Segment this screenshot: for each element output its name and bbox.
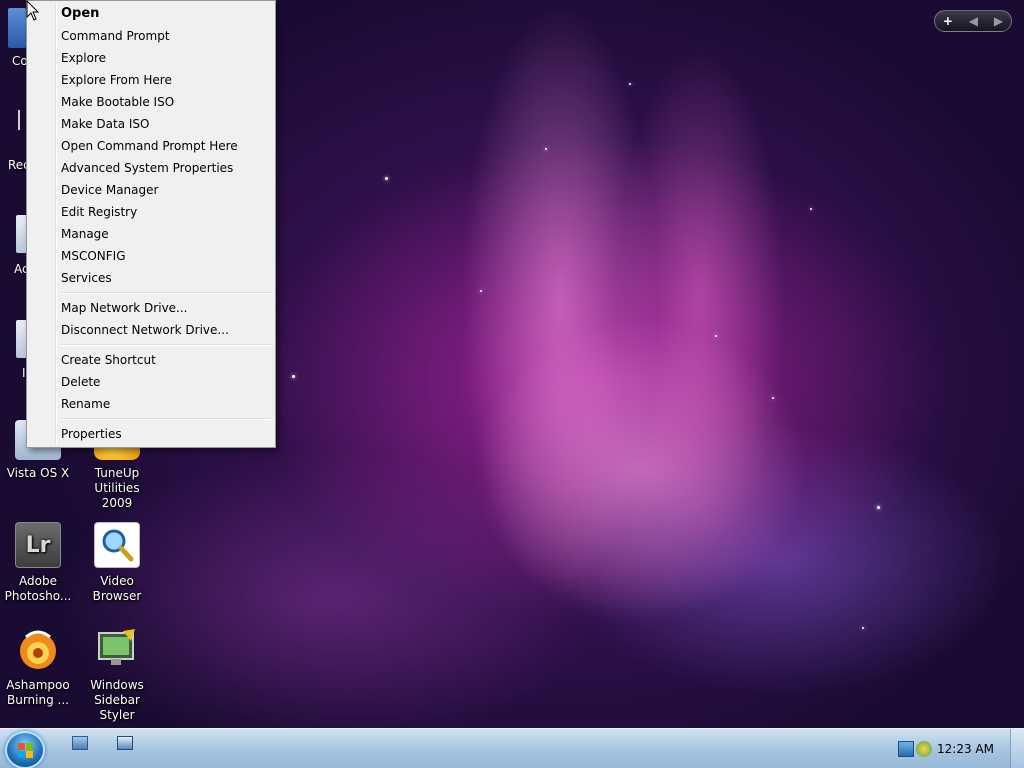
desktop-icon-label: Utilities 2009 (94, 481, 140, 510)
star (772, 397, 774, 399)
menu-separator (29, 289, 273, 297)
security-tray-icon[interactable] (916, 741, 932, 757)
desktop-icon-adobe-photoshop[interactable]: Lr Adobe Photosho... (2, 522, 74, 604)
next-gadget-button[interactable]: ▶ (994, 14, 1003, 28)
desktop-icon-label: Windows (90, 678, 144, 692)
desktop-icon-label: Ashampoo (6, 678, 70, 692)
menu-item-rename[interactable]: Rename (29, 393, 273, 415)
desktop-icon-label: Sidebar Styler (94, 693, 140, 722)
desktop-icon-label: Burning ... (7, 693, 69, 707)
star (715, 335, 717, 337)
desktop-icon-label: TuneUp (94, 466, 140, 480)
star (385, 177, 388, 180)
menu-item-open-command-prompt-here[interactable]: Open Command Prompt Here (29, 135, 273, 157)
explorer-quicklaunch-icon[interactable] (117, 736, 133, 750)
start-button[interactable] (5, 731, 45, 768)
desktop-icon-label: Adobe (19, 574, 57, 588)
star (862, 627, 864, 629)
menu-item-msconfig[interactable]: MSCONFIG (29, 245, 273, 267)
desktop-icon-i-label: I (22, 366, 26, 380)
menu-item-make-bootable-iso[interactable]: Make Bootable ISO (29, 91, 273, 113)
menu-item-advanced-system-properties[interactable]: Advanced System Properties (29, 157, 273, 179)
desktop-icon-computer[interactable] (8, 8, 26, 48)
menu-item-command-prompt[interactable]: Command Prompt (29, 25, 273, 47)
star (480, 290, 482, 292)
star (292, 375, 295, 378)
menu-item-properties[interactable]: Properties (29, 423, 273, 445)
desktop-icon-ashampoo[interactable]: Ashampoo Burning ... (2, 626, 74, 708)
menu-item-map-network-drive[interactable]: Map Network Drive... (29, 297, 273, 319)
menu-item-manage[interactable]: Manage (29, 223, 273, 245)
star (629, 83, 631, 85)
menu-item-open[interactable]: Open (29, 3, 273, 25)
desktop-icon-label: Browser (92, 589, 142, 603)
menu-item-device-manager[interactable]: Device Manager (29, 179, 273, 201)
show-desktop-quicklaunch-icon[interactable] (72, 736, 88, 750)
mouse-cursor-icon (26, 0, 40, 21)
menu-separator (29, 341, 273, 349)
windows-logo-icon (18, 743, 34, 759)
context-menu: Open Command Prompt Explore Explore From He… (26, 0, 276, 448)
sidebar-styler-icon (94, 626, 140, 672)
desktop-icon-sidebar-styler[interactable]: Windows Sidebar Styler (81, 626, 153, 723)
menu-item-edit-registry[interactable]: Edit Registry (29, 201, 273, 223)
taskbar: 12:23 AM (0, 728, 1024, 768)
show-desktop-button[interactable] (1010, 729, 1024, 768)
add-gadget-button[interactable]: + (943, 14, 953, 28)
desktop-icon-video-browser[interactable]: Video Browser (81, 522, 153, 604)
menu-item-disconnect-network-drive[interactable]: Disconnect Network Drive... (29, 319, 273, 341)
menu-item-create-shortcut[interactable]: Create Shortcut (29, 349, 273, 371)
ashampoo-icon (15, 626, 61, 672)
star (810, 208, 812, 210)
network-tray-icon[interactable] (898, 741, 914, 757)
menu-item-explore-from-here[interactable]: Explore From Here (29, 69, 273, 91)
desktop-icon-label: Video (100, 574, 134, 588)
taskbar-clock[interactable]: 12:23 AM (937, 742, 994, 756)
lightroom-icon: Lr (15, 522, 61, 568)
star (877, 506, 880, 509)
menu-item-services[interactable]: Services (29, 267, 273, 289)
sidebar-gadget-controls: + ◀ ▶ (934, 10, 1012, 32)
menu-item-explore[interactable]: Explore (29, 47, 273, 69)
desktop-icon-label: Photosho... (4, 589, 72, 603)
menu-separator (29, 415, 273, 423)
menu-item-delete[interactable]: Delete (29, 371, 273, 393)
desktop-icon-label: Vista OS X (6, 466, 70, 480)
star (545, 148, 547, 150)
menu-item-make-data-iso[interactable]: Make Data ISO (29, 113, 273, 135)
magnifier-icon (94, 522, 140, 568)
previous-gadget-button[interactable]: ◀ (969, 14, 978, 28)
